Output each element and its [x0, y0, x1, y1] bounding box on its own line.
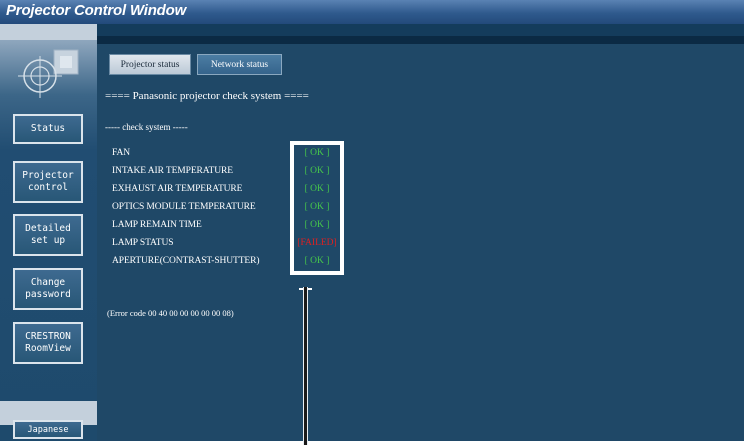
main-panel: Projector status Network status ==== Pan… — [97, 40, 744, 445]
title-bar: Projector Control Window — [0, 0, 744, 24]
detailed-setup-button[interactable]: Detailed set up — [13, 214, 83, 256]
section-label: ----- check system ----- — [105, 122, 188, 132]
change-password-button[interactable]: Change password — [13, 268, 83, 310]
check-item-intake-air-temperature: INTAKE AIR TEMPERATURE — [112, 166, 233, 176]
status-highlight-box — [290, 141, 344, 275]
error-code: (Error code 00 40 00 00 00 00 00 08) — [107, 308, 234, 318]
check-item-lamp-status: LAMP STATUS — [112, 238, 174, 248]
callout-line — [303, 287, 308, 445]
crestron-roomview-button[interactable]: CRESTRON RoomView — [13, 322, 83, 364]
projector-logo-icon — [18, 49, 79, 98]
projector-control-button[interactable]: Projector control — [13, 161, 83, 203]
tab-projector-status[interactable]: Projector status — [109, 54, 191, 75]
top-strip — [0, 24, 744, 40]
window-title: Projector Control Window — [6, 2, 187, 19]
tab-network-status[interactable]: Network status — [197, 54, 282, 75]
status-button[interactable]: Status — [13, 114, 83, 144]
japanese-language-button[interactable]: Japanese — [13, 420, 83, 439]
check-item-aperture: APERTURE(CONTRAST-SHUTTER) — [112, 256, 260, 266]
check-item-exhaust-air-temperature: EXHAUST AIR TEMPERATURE — [112, 184, 243, 194]
check-item-optics-module-temperature: OPTICS MODULE TEMPERATURE — [112, 202, 256, 212]
check-item-lamp-remain-time: LAMP REMAIN TIME — [112, 220, 202, 230]
projector-control-window: Projector Control Window Status Projecto… — [0, 0, 744, 445]
page-heading: ==== Panasonic projector check system ==… — [105, 90, 309, 102]
sidebar: Status Projector control Detailed set up… — [0, 40, 97, 441]
check-item-fan: FAN — [112, 148, 130, 158]
